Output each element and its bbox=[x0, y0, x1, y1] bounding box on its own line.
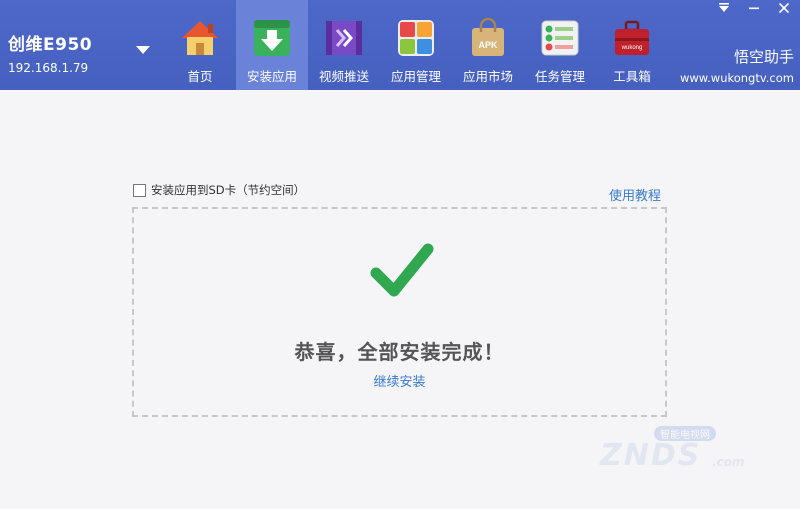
tutorial-link[interactable]: 使用教程 bbox=[609, 185, 661, 204]
sd-card-checkbox[interactable] bbox=[133, 183, 146, 197]
success-message: 恭喜，全部安装完成！ bbox=[294, 340, 505, 364]
toolbox-icon: wukong bbox=[615, 20, 649, 55]
nav-item-tools[interactable]: wukong 工具箱 bbox=[596, 0, 668, 90]
brand: 悟空助手 www.wukongtv.com bbox=[680, 46, 794, 85]
window-controls bbox=[718, 2, 790, 14]
device-info[interactable]: 创维E950 192.168.1.79 bbox=[8, 30, 92, 75]
menu-icon[interactable] bbox=[718, 2, 730, 14]
znds-watermark: 智能电视网 ZNDS .com bbox=[594, 424, 754, 476]
nav-label: 安装应用 bbox=[246, 69, 297, 84]
sd-card-option[interactable]: 安装应用到SD卡（节约空间） bbox=[133, 182, 305, 198]
wukong-text: wukong bbox=[621, 45, 643, 51]
nav-item-tasks[interactable]: 任务管理 bbox=[524, 0, 596, 90]
sd-card-label: 安装应用到SD卡（节约空间） bbox=[151, 183, 306, 197]
nav-label: 视频推送 bbox=[318, 69, 369, 84]
watermark-domain: .com bbox=[712, 455, 745, 469]
device-dropdown-icon[interactable] bbox=[136, 46, 150, 54]
nav-item-video[interactable]: 视频推送 bbox=[308, 0, 380, 90]
home-icon bbox=[182, 21, 218, 55]
video-push-icon bbox=[326, 21, 362, 55]
nav-item-market[interactable]: APK 应用市场 bbox=[452, 0, 524, 90]
nav-label: 工具箱 bbox=[613, 69, 651, 84]
nav-item-home[interactable]: 首页 bbox=[164, 0, 236, 90]
app-manage-icon bbox=[398, 20, 434, 56]
device-name: 创维E950 bbox=[8, 35, 93, 55]
top-bar: 创维E950 192.168.1.79 首页 安装应用 视频推送 应用管理 AP… bbox=[0, 0, 800, 90]
install-icon bbox=[254, 20, 290, 56]
device-ip: 192.168.1.79 bbox=[8, 61, 89, 75]
brand-name: 悟空助手 bbox=[733, 48, 794, 66]
main-nav: 首页 安装应用 视频推送 应用管理 APK 应用市场 任务管理 wukong 工… bbox=[164, 0, 668, 90]
watermark-main: ZNDS bbox=[600, 438, 702, 473]
nav-label: 任务管理 bbox=[534, 69, 585, 84]
brand-url: www.wukongtv.com bbox=[679, 71, 794, 85]
task-manage-icon bbox=[541, 20, 579, 56]
nav-label: 应用管理 bbox=[390, 69, 441, 84]
success-check-icon bbox=[370, 243, 434, 297]
nav-item-install[interactable]: 安装应用 bbox=[236, 0, 308, 90]
close-icon[interactable] bbox=[778, 2, 790, 14]
apk-market-icon: APK bbox=[472, 18, 504, 56]
install-drop-zone[interactable]: 恭喜，全部安装完成！ 继续安装 bbox=[132, 207, 667, 417]
minimize-icon[interactable] bbox=[748, 2, 760, 14]
nav-label: 应用市场 bbox=[462, 69, 513, 84]
nav-item-manage[interactable]: 应用管理 bbox=[380, 0, 452, 90]
apk-text: APK bbox=[478, 40, 498, 50]
continue-install-link[interactable]: 继续安装 bbox=[134, 371, 665, 390]
nav-label: 首页 bbox=[187, 69, 213, 84]
